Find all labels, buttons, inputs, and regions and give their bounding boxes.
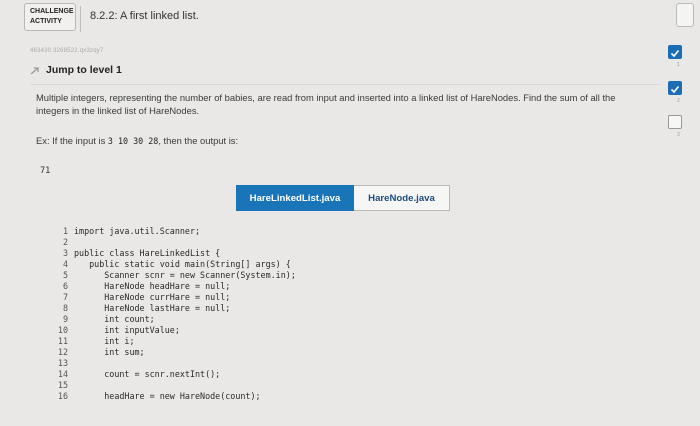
level-3-number: 3 — [677, 132, 680, 138]
example-line: Ex: If the input is 3 10 30 28, then the… — [36, 135, 238, 146]
arrow-right-icon — [30, 67, 39, 75]
code-line: 5 Scanner scnr = new Scanner(System.in); — [62, 270, 296, 280]
checkmark-icon — [670, 49, 680, 58]
level-progress: 1 2 3 — [664, 45, 694, 155]
code-line: 10 int inputValue; — [57, 325, 180, 335]
activity-header: CHALLENGE ACTIVITY 8.2.2: A first linked… — [0, 0, 700, 36]
header-divider — [80, 6, 81, 32]
example-middle: , then the output is: — [158, 135, 239, 146]
divider — [30, 84, 660, 85]
level-1-checkbox[interactable] — [668, 45, 682, 59]
code-line: 16 headHare = new HareNode(count); — [57, 391, 261, 401]
example-prefix: Ex: If the input is — [36, 135, 106, 146]
code-line: 9 int count; — [62, 314, 155, 324]
example-input: 3 10 30 28 — [107, 136, 159, 146]
level-2-checkbox[interactable] — [668, 81, 682, 95]
tab-harenode[interactable]: HareNode.java — [354, 185, 450, 211]
code-line: 3 public class HareLinkedList { — [62, 248, 221, 258]
challenge-activity-badge: CHALLENGE ACTIVITY — [24, 3, 76, 31]
tab-harelinkedlist[interactable]: HareLinkedList.java — [236, 185, 354, 211]
checkmark-icon — [670, 85, 680, 94]
code-line: 7 HareNode currHare = null; — [62, 292, 231, 302]
completion-box — [676, 3, 694, 27]
code-line: 6 HareNode headHare = null; — [62, 281, 231, 291]
code-line: 12 int sum; — [57, 347, 145, 357]
activity-title: 8.2.2: A first linked list. — [90, 10, 199, 22]
level-1-number: 1 — [677, 62, 680, 68]
jump-label: Jump to level 1 — [46, 64, 122, 76]
level-2-number: 2 — [677, 98, 680, 104]
problem-description: Multiple integers, representing the numb… — [36, 92, 616, 116]
code-line: 14 count = scnr.nextInt(); — [57, 369, 221, 379]
code-line: 15 — [57, 380, 68, 390]
code-line: 2 — [62, 237, 68, 247]
code-line: 1 import java.util.Scanner; — [62, 226, 201, 236]
code-line: 11 int i; — [57, 336, 135, 346]
code-line: 4 public static void main(String[] args)… — [62, 259, 291, 269]
level-3-checkbox[interactable] — [668, 115, 682, 129]
example-output: 71 — [40, 166, 51, 176]
code-line: 8 HareNode lastHare = null; — [62, 303, 231, 313]
badge-line-2: ACTIVITY — [30, 18, 62, 25]
code-editor[interactable]: 1 import java.util.Scanner; 2 3 public cla… — [50, 226, 670, 426]
badge-line-1: CHALLENGE — [30, 8, 74, 15]
activity-id: 463430.3268522.qx3zqy7 — [30, 48, 104, 54]
code-line: 13 — [57, 358, 68, 368]
